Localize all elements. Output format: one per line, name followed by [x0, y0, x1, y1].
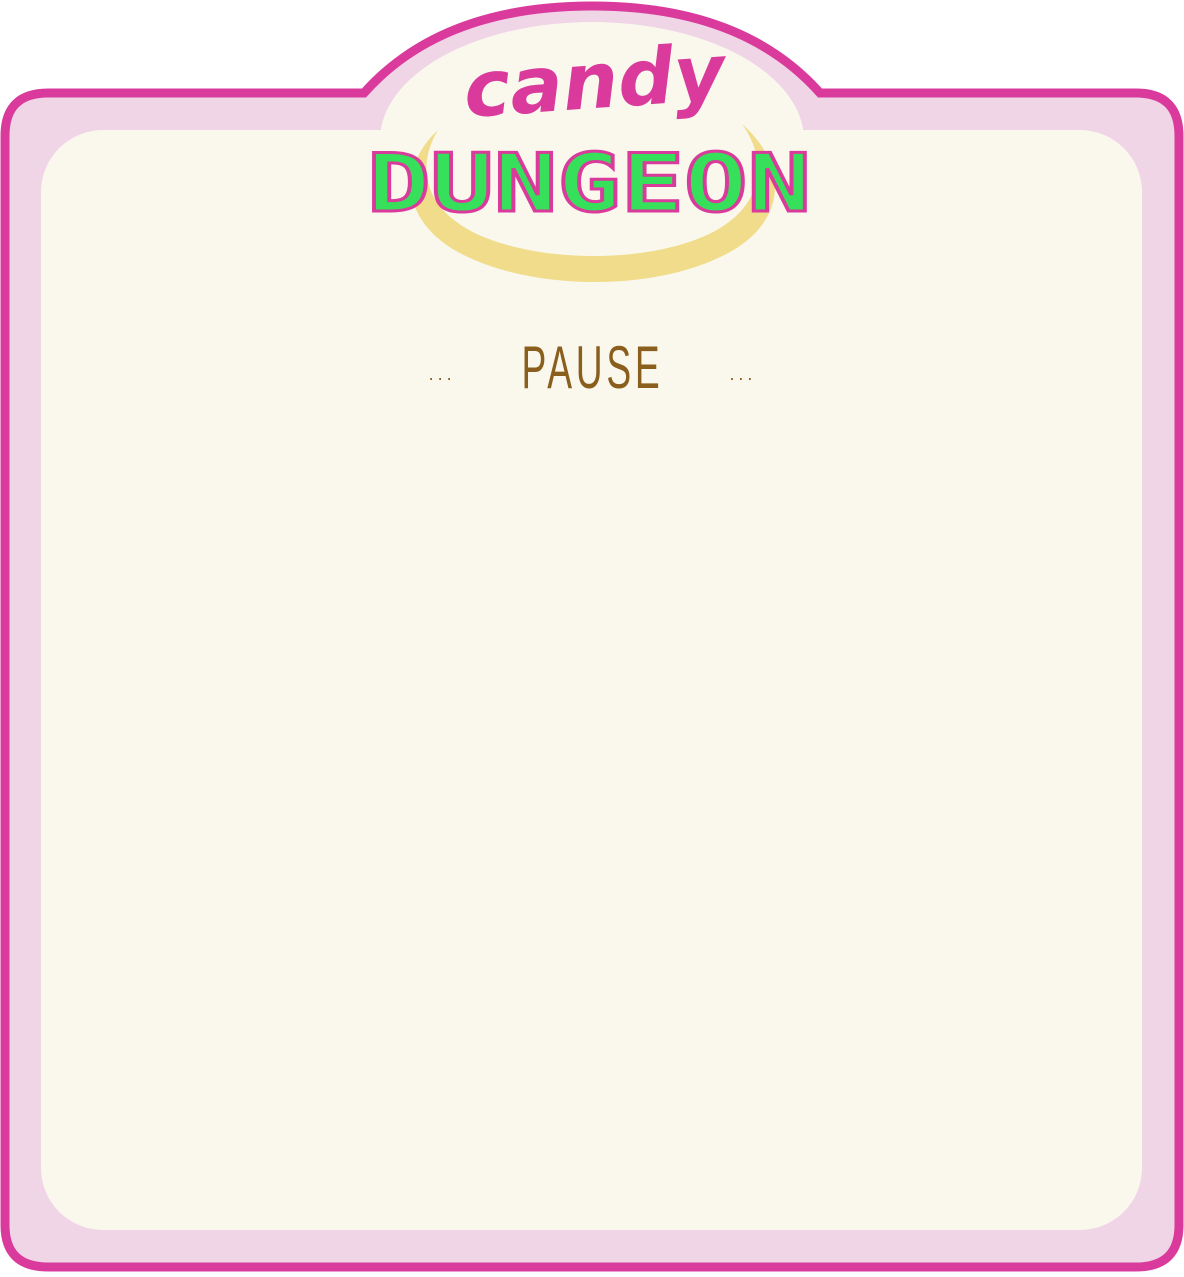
pause-menu-scene: candy DUNGEON ··· PAUSE ···: [0, 0, 1184, 1272]
inner-panel: [41, 130, 1142, 1230]
pause-title: ··· PAUSE ···: [0, 338, 1184, 398]
logo-candy-text: candy: [461, 28, 731, 136]
pause-label: PAUSE: [521, 334, 663, 401]
pause-frame-graphic: candy DUNGEON: [0, 1, 1184, 1272]
title-ornament-left: ···: [428, 367, 456, 388]
title-ornament-right: ···: [728, 367, 756, 388]
logo-dungeon-text: DUNGEON: [367, 137, 811, 230]
